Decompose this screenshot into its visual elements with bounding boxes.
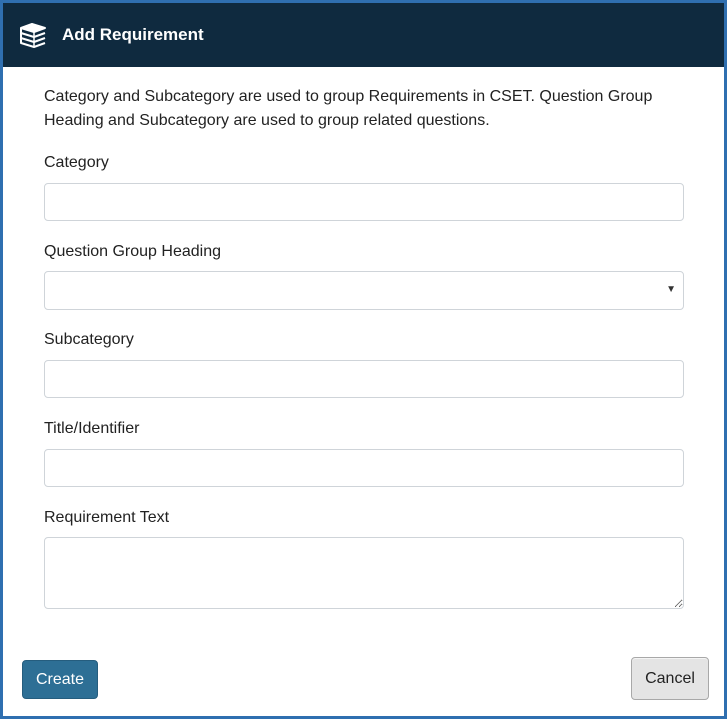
add-requirement-dialog: Add Requirement Category and Subcategory… <box>0 0 727 719</box>
question-group-heading-label: Question Group Heading <box>44 243 221 260</box>
caret-down-icon[interactable]: ▼ <box>666 284 676 295</box>
cancel-button[interactable]: Cancel <box>631 657 709 700</box>
title-identifier-label: Title/Identifier <box>44 420 140 437</box>
intro-text: Category and Subcategory are used to gro… <box>44 88 653 129</box>
subcategory-label: Subcategory <box>44 331 134 348</box>
create-button[interactable]: Create <box>22 660 98 699</box>
requirement-text-label: Requirement Text <box>44 509 170 526</box>
books-icon <box>18 22 48 48</box>
question-group-heading-select[interactable]: ▼ <box>44 271 684 310</box>
category-label: Category <box>44 154 109 171</box>
dialog-title: Add Requirement <box>62 25 204 44</box>
category-input[interactable] <box>44 183 684 221</box>
requirement-text-textarea[interactable] <box>44 537 684 609</box>
question-group-heading-value[interactable] <box>44 271 684 310</box>
subcategory-input[interactable] <box>44 360 684 398</box>
dialog-header: Add Requirement <box>3 3 724 67</box>
title-identifier-input[interactable] <box>44 449 684 487</box>
